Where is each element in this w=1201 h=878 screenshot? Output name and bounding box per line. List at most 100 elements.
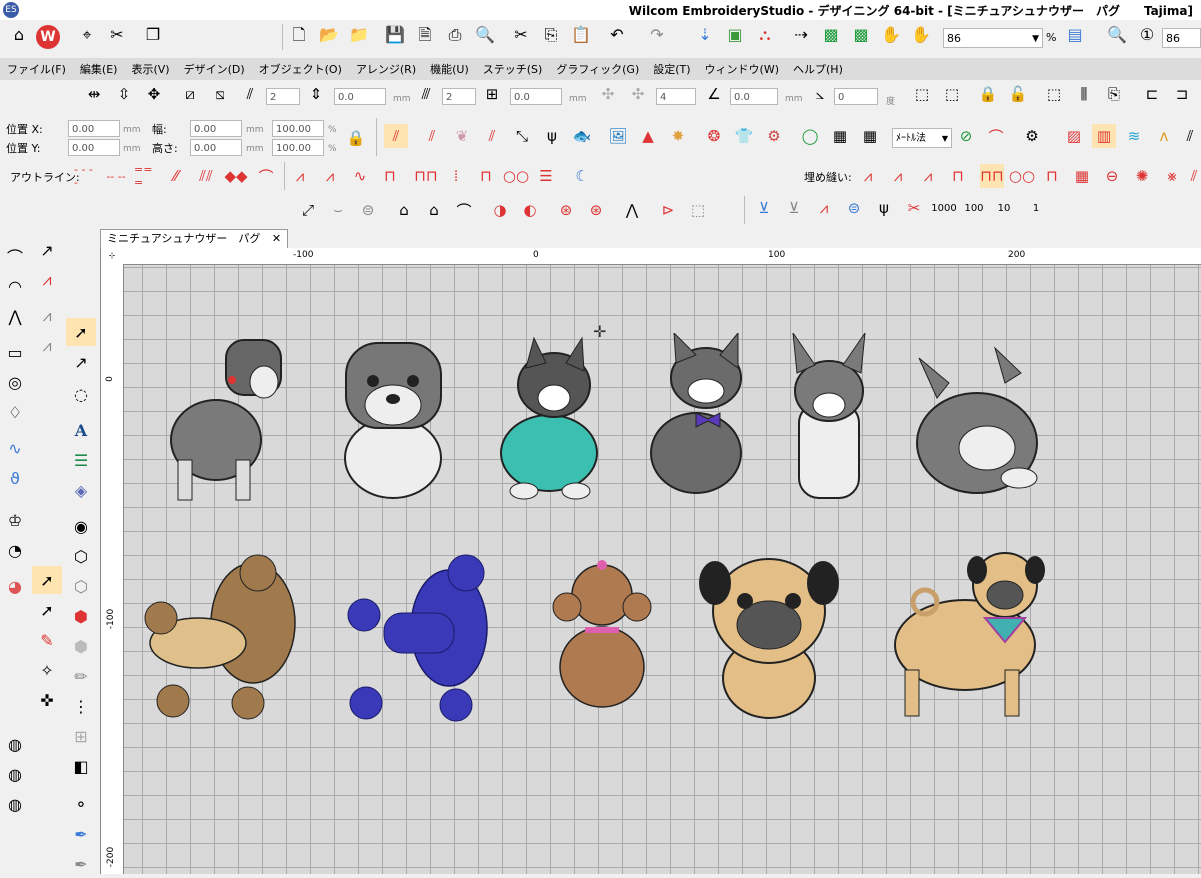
pages-icon[interactable]: ❐: [140, 22, 166, 48]
fill-square-icon[interactable]: ⊓: [1040, 164, 1064, 188]
select-points-icon[interactable]: ⬚: [686, 198, 710, 222]
feather-icon[interactable]: ⌒: [254, 164, 278, 188]
copy-icon[interactable]: ⎘: [538, 22, 564, 48]
fill-hatch-icon[interactable]: ▨: [1062, 124, 1086, 148]
diamond-stitch-icon[interactable]: ◆◆: [224, 164, 248, 188]
arrow-right-icon[interactable]: ⊳: [656, 198, 680, 222]
gap-icon[interactable]: ⊞: [480, 82, 504, 106]
ungroup-icon[interactable]: ⬚: [940, 82, 964, 106]
knife-icon[interactable]: ⤢: [296, 198, 320, 222]
frame-icon[interactable]: ◯: [798, 124, 822, 148]
ring-icon[interactable]: ⊜: [356, 198, 380, 222]
select-polygon-icon[interactable]: ➚: [32, 596, 62, 624]
unlock-icon[interactable]: 🔓: [1006, 82, 1030, 106]
paste-icon[interactable]: 📋: [568, 22, 594, 48]
bean-stitch-icon-2[interactable]: == =: [134, 163, 158, 189]
design-boston-terrier-lying[interactable]: [909, 343, 1041, 503]
export-icon[interactable]: 🗎: [412, 22, 438, 48]
array-icon[interactable]: ✣: [596, 82, 620, 106]
travel-icon[interactable]: ⇢: [788, 22, 814, 48]
stipple-icon[interactable]: ⫽: [480, 124, 504, 148]
distribute-icon[interactable]: ⫼: [1072, 82, 1096, 106]
select-point-icon[interactable]: ✜: [32, 686, 62, 714]
tatami-icon[interactable]: ⫽: [420, 124, 444, 148]
menu-help[interactable]: ヘルプ(H): [786, 61, 850, 77]
tools-icon[interactable]: ✂: [104, 22, 130, 48]
grid-fill-icon[interactable]: ▦: [828, 124, 852, 148]
fill-loops-icon[interactable]: ○○: [1009, 164, 1035, 188]
center-point-icon[interactable]: ⊛: [554, 198, 578, 222]
hoop-icon[interactable]: ⌖: [74, 22, 100, 48]
design-boston-terrier-front[interactable]: [789, 333, 869, 503]
pattern-icon[interactable]: ⫻: [414, 82, 438, 106]
fill-blanket-icon[interactable]: ⊓⊓: [980, 164, 1004, 188]
design-poodle-brown[interactable]: [143, 553, 303, 723]
wave-icon[interactable]: ∿: [348, 164, 372, 188]
stack-icon[interactable]: ⊞: [66, 722, 96, 750]
fill-bars-icon[interactable]: ⊓: [946, 164, 970, 188]
menu-window[interactable]: ウィンドウ(W): [698, 61, 786, 77]
ruler-origin-icon[interactable]: ⊹: [101, 248, 124, 265]
slant-icon[interactable]: ⫽: [238, 82, 262, 106]
measure-icon[interactable]: ✏: [66, 662, 96, 690]
select-star-icon[interactable]: ✧: [32, 656, 62, 684]
unit-select[interactable]: ﾒｰﾄﾙ法 ▼: [892, 128, 952, 148]
position-y-field[interactable]: 0.00: [68, 139, 120, 156]
spacing-icon[interactable]: ⇕: [304, 82, 328, 106]
hexagon-outline-icon[interactable]: ⬡: [66, 572, 96, 600]
cut-icon[interactable]: ✂: [508, 22, 534, 48]
menu-functions[interactable]: 機能(U): [423, 61, 476, 77]
print-icon[interactable]: ⎙: [442, 22, 468, 48]
fill-zigzag-icon[interactable]: ʌ: [1152, 124, 1176, 148]
fish-icon[interactable]: 🐟: [570, 124, 594, 148]
menu-settings[interactable]: 設定(T): [646, 61, 697, 77]
shirt-icon[interactable]: 👕: [732, 124, 756, 148]
wilcom-icon[interactable]: W: [36, 25, 60, 49]
design-pug-front[interactable]: [699, 553, 839, 721]
curve-icon[interactable]: ⌒: [984, 124, 1008, 148]
satin-icon[interactable]: ⫽: [384, 124, 408, 148]
align-left-icon[interactable]: ⊏: [1140, 82, 1164, 106]
star-icon[interactable]: ✸: [666, 124, 690, 148]
stitch-c-tool-icon[interactable]: ◍: [0, 790, 30, 818]
color-sort-icon[interactable]: ⛬: [752, 22, 778, 48]
reshape-b-icon[interactable]: ⌂: [422, 198, 446, 222]
no-icon[interactable]: ⊘: [954, 124, 978, 148]
color-wheel-tool-icon[interactable]: ◕: [0, 572, 30, 600]
monogram-icon[interactable]: ◈: [66, 476, 96, 504]
zoom-combo[interactable]: 86 ▼: [943, 28, 1043, 48]
travel-trim-icon[interactable]: ✂: [902, 196, 926, 220]
settings-icon[interactable]: ⚙: [1020, 124, 1044, 148]
digitize-gray-2-tool-icon[interactable]: ⩘: [32, 332, 62, 360]
undo-icon[interactable]: ↶: [604, 22, 630, 48]
ellipse-tool-icon[interactable]: ◠: [0, 272, 30, 300]
position-x-field[interactable]: 0.00: [68, 120, 120, 137]
design-boston-terrier-bowtie[interactable]: [646, 333, 751, 503]
fill-chain-icon[interactable]: ⊖: [1100, 164, 1124, 188]
design-boston-terrier-sweater[interactable]: [494, 333, 604, 503]
pen-tool-icon[interactable]: ✒: [66, 820, 96, 848]
freehand-tool-icon[interactable]: ∿: [0, 434, 30, 462]
line-node-icon[interactable]: ⋀: [620, 198, 644, 222]
fill-grid-icon[interactable]: ▦: [1070, 164, 1094, 188]
spin-field-4[interactable]: 0.0: [510, 88, 562, 105]
fill-more-2-icon[interactable]: ⫽: [1182, 164, 1201, 188]
app-icon[interactable]: ES: [3, 2, 19, 18]
design-poodle-blue[interactable]: [344, 553, 499, 723]
hexagon-red-icon[interactable]: ⬢: [66, 602, 96, 630]
angle-icon[interactable]: ∠: [702, 82, 726, 106]
running-stitch-icon[interactable]: - - - -: [74, 163, 98, 189]
menu-edit[interactable]: 編集(E): [73, 61, 125, 77]
spiral-tool-icon[interactable]: ϑ: [0, 464, 30, 492]
reshape-c-icon[interactable]: ⌒: [452, 198, 476, 222]
design-canvas[interactable]: ⊹ -100 0 100 200 0 -100 -200 ✛: [100, 248, 1201, 874]
travel-100-button[interactable]: 100: [962, 196, 986, 220]
zigzag-1-icon[interactable]: ⩘: [288, 164, 312, 188]
mirror-merge-icon[interactable]: ⌣: [326, 198, 350, 222]
lettering-tool-icon[interactable]: A: [66, 416, 96, 444]
open-icon[interactable]: 📂: [316, 22, 342, 48]
spin-field-5[interactable]: 4: [656, 88, 696, 105]
menu-arrange[interactable]: アレンジ(R): [349, 61, 423, 77]
dots-icon[interactable]: ⋮: [66, 692, 96, 720]
zigzag-2-icon[interactable]: ⩘: [318, 164, 342, 188]
